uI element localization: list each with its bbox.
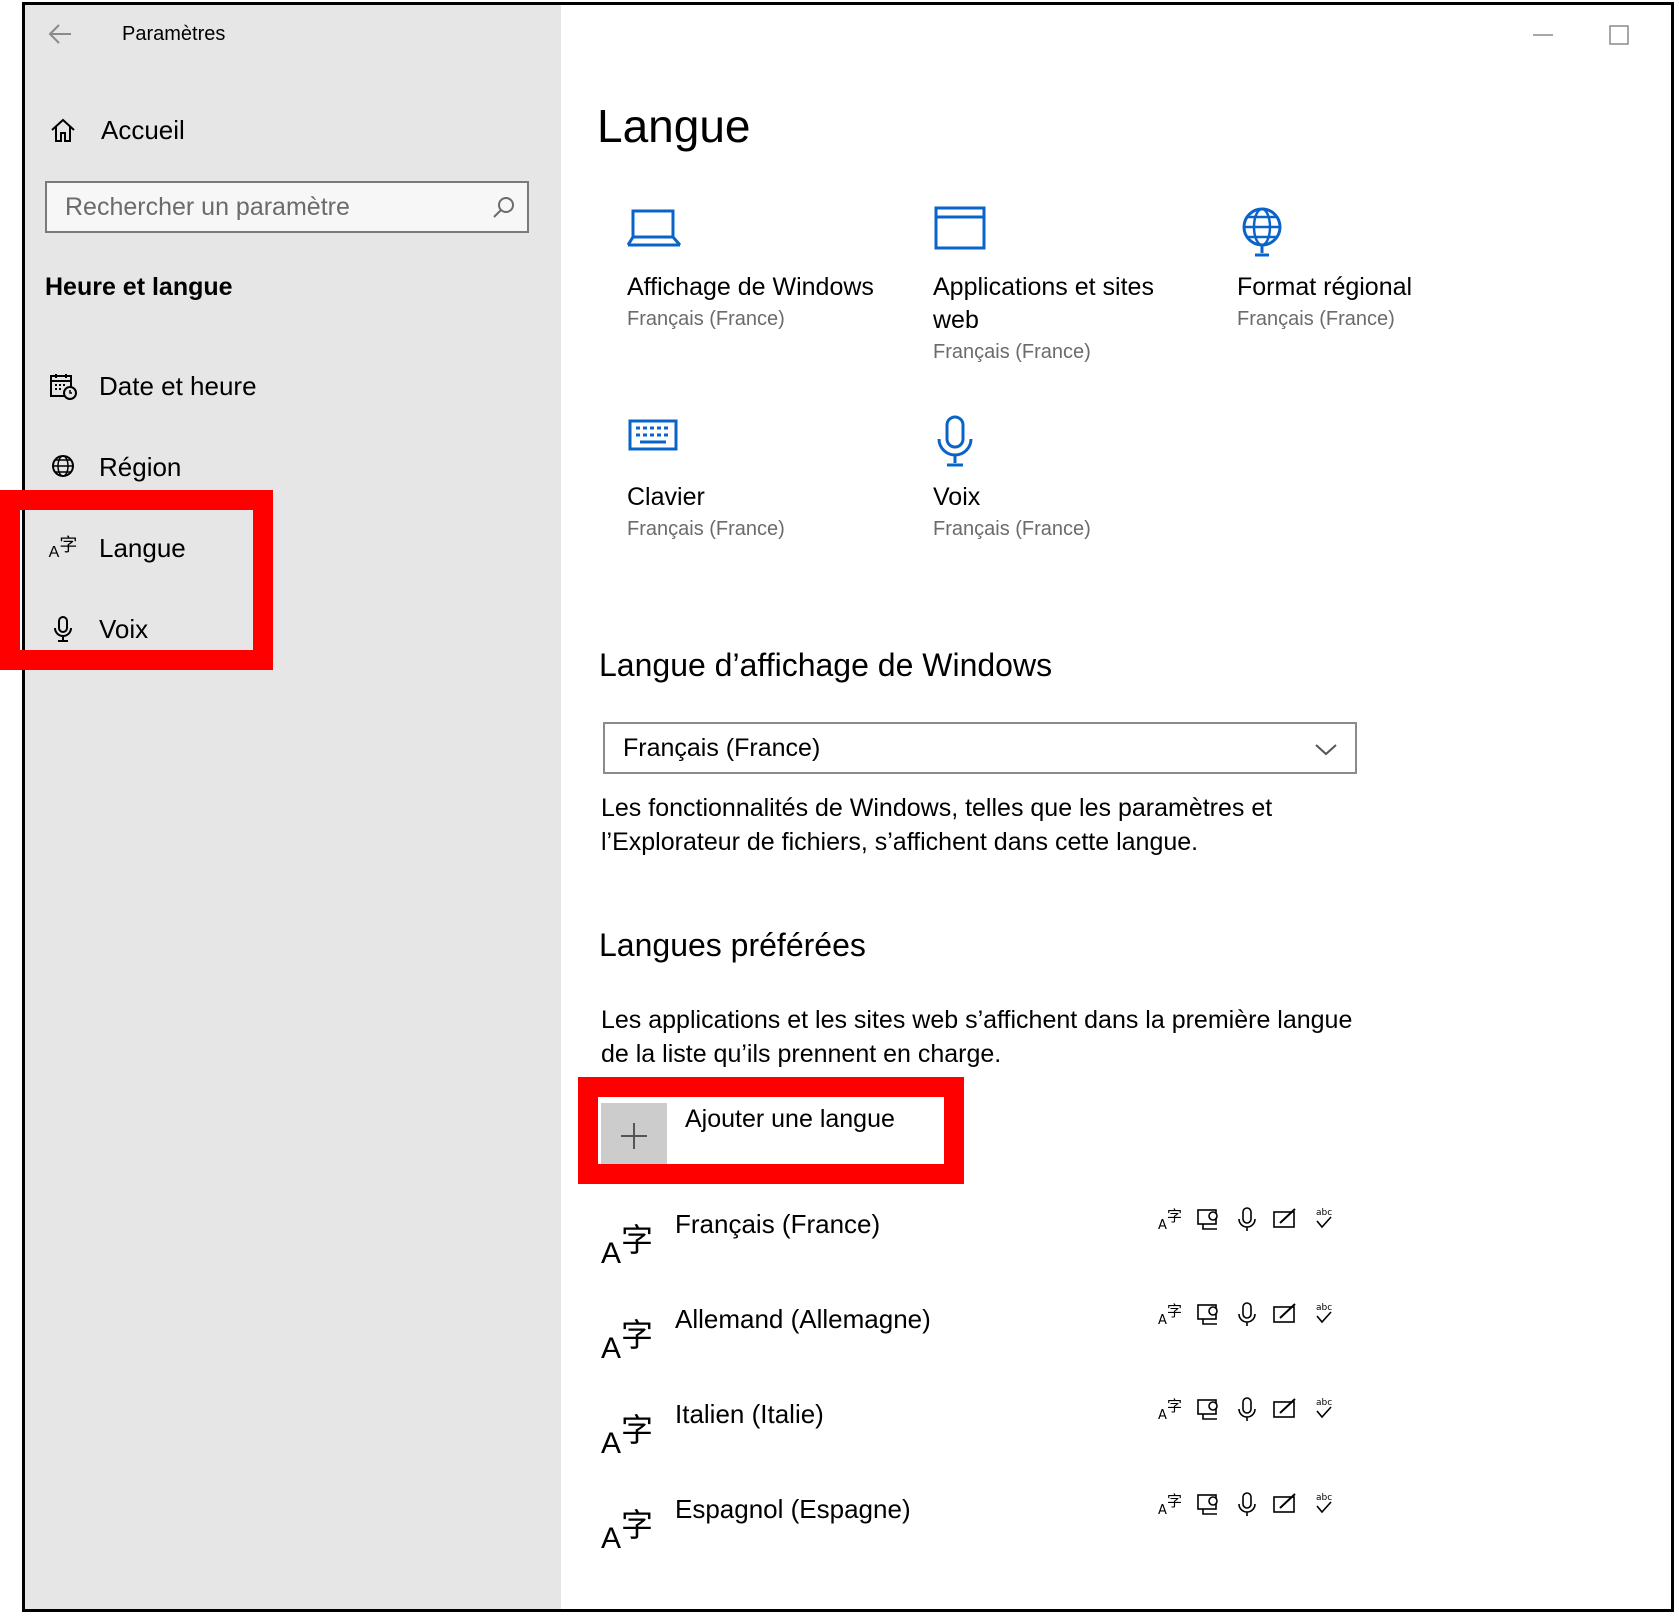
preferred-languages-heading: Langues préférées (599, 927, 866, 963)
svg-text:A: A (1158, 1313, 1167, 1328)
back-arrow-icon[interactable] (45, 19, 75, 49)
settings-window: Paramètres Accueil Heure et langue Date … (22, 2, 1674, 1612)
display-language-description: Les fonctionnalités de Windows, telles q… (601, 794, 1273, 856)
display-language-dropdown[interactable]: Français (France) (603, 722, 1357, 774)
main-pane: Langue Affichage de Windows Français (Fr… (561, 5, 1671, 1609)
window-icon (933, 205, 1173, 265)
sidebar-item-region[interactable]: Région (45, 442, 181, 492)
tile-name: Clavier (627, 483, 705, 511)
tile-sub: Français (France) (1237, 308, 1395, 330)
svg-text:A: A (1158, 1408, 1167, 1423)
svg-text:abc: abc (1316, 1303, 1332, 1313)
search-icon[interactable] (491, 195, 517, 221)
language-features: A字 abc (1157, 1490, 1337, 1518)
sidebar-item-label: Accueil (101, 114, 185, 145)
tile-name: Applications et sites web (933, 273, 1154, 334)
search-field[interactable] (45, 181, 529, 233)
speech-bubble-feature-icon (1195, 1205, 1223, 1233)
svg-text:abc: abc (1316, 1208, 1332, 1218)
language-icon: A字 (601, 1507, 654, 1555)
microphone-feature-icon (1233, 1490, 1261, 1518)
globe-icon (1237, 205, 1517, 265)
language-features: A字 abc (1157, 1300, 1337, 1328)
list-item[interactable]: A字 Français (France) A字 abc (601, 1205, 1361, 1285)
tile-regional-format[interactable]: Format régional Français (France) (1237, 205, 1517, 331)
highlight-box-sidebar (0, 490, 273, 670)
display-language-feature-icon: A字 (1157, 1300, 1185, 1328)
calendar-clock-icon (45, 368, 81, 404)
handwriting-feature-icon (1271, 1300, 1299, 1328)
handwriting-feature-icon (1271, 1490, 1299, 1518)
svg-text:字: 字 (1167, 1492, 1182, 1510)
speech-bubble-feature-icon (1195, 1395, 1223, 1423)
dropdown-value: Français (France) (623, 733, 821, 762)
microphone-feature-icon (1233, 1300, 1261, 1328)
window-title: Paramètres (122, 23, 226, 45)
spellcheck-feature-icon: abc (1309, 1490, 1337, 1518)
laptop-icon (626, 205, 907, 265)
svg-text:abc: abc (1316, 1398, 1332, 1408)
sidebar-item-home[interactable]: Accueil (45, 105, 185, 155)
sidebar-item-label: Date et heure (99, 370, 257, 401)
tile-sub: Français (France) (933, 341, 1091, 363)
tile-name: Voix (933, 483, 981, 511)
tile-keyboard[interactable]: Clavier Français (France) (627, 415, 907, 541)
language-features: A字 abc (1157, 1205, 1337, 1233)
language-icon: A字 (601, 1412, 654, 1460)
language-features: A字 abc (1157, 1395, 1337, 1423)
display-language-heading: Langue d’affichage de Windows (599, 647, 1053, 683)
highlight-box-add-language (578, 1077, 964, 1184)
tile-sub: Français (France) (627, 308, 785, 330)
globe-icon (45, 449, 81, 485)
search-input[interactable] (47, 183, 527, 231)
section-heading: Heure et langue (45, 273, 233, 301)
language-name: Français (France) (675, 1209, 881, 1239)
tile-apps-websites[interactable]: Applications et sites web Français (Fran… (933, 205, 1173, 364)
tile-name: Format régional (1237, 273, 1413, 301)
minimize-icon[interactable] (1529, 21, 1557, 49)
list-item[interactable]: A字 Italien (Italie) A字 abc (601, 1395, 1361, 1475)
svg-text:A: A (1158, 1218, 1167, 1233)
maximize-icon[interactable] (1605, 21, 1633, 49)
tile-sub: Français (France) (933, 518, 1091, 540)
svg-text:字: 字 (1167, 1397, 1182, 1415)
page-title: Langue (597, 100, 751, 152)
tile-name: Affichage de Windows (627, 273, 874, 301)
sidebar-item-label: Région (99, 451, 182, 482)
microphone-feature-icon (1233, 1395, 1261, 1423)
list-item[interactable]: A字 Espagnol (Espagne) A字 abc (601, 1490, 1361, 1570)
sidebar-item-date-time[interactable]: Date et heure (45, 361, 257, 411)
language-name: Italien (Italie) (675, 1399, 824, 1429)
spellcheck-feature-icon: abc (1309, 1395, 1337, 1423)
display-language-feature-icon: A字 (1157, 1490, 1185, 1518)
home-icon (45, 112, 81, 148)
chevron-down-icon (1315, 744, 1337, 756)
language-icon: A字 (601, 1317, 654, 1365)
spellcheck-feature-icon: abc (1309, 1300, 1337, 1328)
language-icon: A字 (601, 1222, 654, 1270)
display-language-feature-icon: A字 (1157, 1395, 1185, 1423)
speech-bubble-feature-icon (1195, 1490, 1223, 1518)
display-language-feature-icon: A字 (1157, 1205, 1185, 1233)
microphone-feature-icon (1233, 1205, 1261, 1233)
tile-windows-display[interactable]: Affichage de Windows Français (France) (626, 205, 907, 331)
handwriting-feature-icon (1271, 1205, 1299, 1233)
sidebar: Paramètres Accueil Heure et langue Date … (25, 5, 561, 1609)
svg-text:字: 字 (1167, 1207, 1182, 1225)
language-name: Allemand (Allemagne) (675, 1304, 931, 1334)
list-item[interactable]: A字 Allemand (Allemagne) A字 abc (601, 1300, 1361, 1380)
tile-voice[interactable]: Voix Français (France) (933, 415, 1213, 541)
preferred-languages-description: Les applications et les sites web s’affi… (601, 1006, 1353, 1068)
microphone-icon (933, 415, 1213, 475)
svg-text:字: 字 (1167, 1302, 1182, 1320)
language-name: Espagnol (Espagne) (675, 1494, 911, 1524)
speech-bubble-feature-icon (1195, 1300, 1223, 1328)
svg-text:abc: abc (1316, 1493, 1332, 1503)
svg-text:A: A (1158, 1503, 1167, 1518)
spellcheck-feature-icon: abc (1309, 1205, 1337, 1233)
tile-sub: Français (France) (627, 518, 785, 540)
keyboard-icon (627, 415, 907, 475)
handwriting-feature-icon (1271, 1395, 1299, 1423)
